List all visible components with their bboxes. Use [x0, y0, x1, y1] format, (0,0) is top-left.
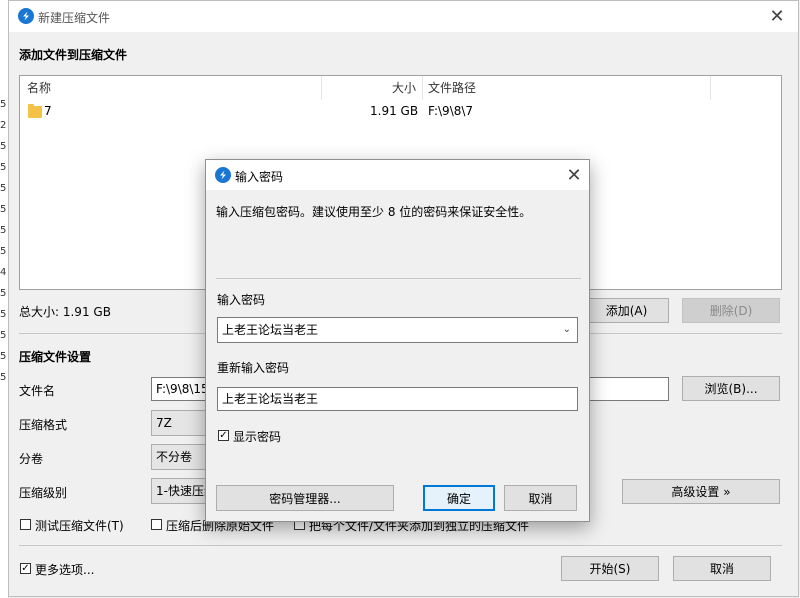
- window-title: 新建压缩文件: [38, 11, 111, 25]
- gutter-digit: 5: [0, 309, 7, 320]
- gutter-digit: 5: [0, 246, 7, 257]
- app-logo-icon: [18, 8, 34, 24]
- total-size-text: 总大小: 1.91 GB: [19, 305, 111, 319]
- browse-button[interactable]: 浏览(B)...: [682, 376, 780, 401]
- gutter-digit: 5: [0, 183, 7, 194]
- test-archive-checkbox[interactable]: [20, 519, 31, 530]
- gutter-digit: 5: [0, 141, 7, 152]
- format-label: 压缩格式: [19, 418, 68, 432]
- gutter-digit: 5: [0, 351, 7, 362]
- folder-icon: [28, 104, 42, 118]
- ok-button[interactable]: 确定: [423, 485, 495, 511]
- settings-section-label: 压缩文件设置: [19, 350, 92, 364]
- gutter-digit: 5: [0, 204, 7, 215]
- window-close-icon[interactable]: ✕: [766, 5, 788, 27]
- gutter-digit: 5: [0, 225, 7, 236]
- cancel-button[interactable]: 取消: [673, 556, 771, 581]
- dialog-close-icon[interactable]: ✕: [563, 164, 585, 186]
- delete-button[interactable]: 删除(D): [682, 298, 780, 323]
- window-titlebar: 新建压缩文件 ✕: [9, 1, 798, 32]
- more-options-checkbox[interactable]: ✓: [20, 563, 31, 574]
- gutter-digit: 5: [0, 162, 7, 173]
- more-options-label[interactable]: 更多选项...: [35, 561, 94, 578]
- gutter-digit: 5: [0, 288, 7, 299]
- dialog-title: 输入密码: [235, 170, 284, 184]
- password-value: 上老王论坛当老王: [222, 323, 319, 337]
- level-label: 压缩级别: [19, 486, 68, 500]
- password-input[interactable]: 上老王论坛当老王 ⌄: [217, 317, 578, 343]
- password-dialog: 输入密码 ✕ 输入压缩包密码。建议使用至少 8 位的密码来保证安全性。 输入密码…: [205, 159, 590, 522]
- column-header-path[interactable]: 文件路径: [428, 76, 476, 100]
- dialog-titlebar: 输入密码 ✕: [206, 160, 589, 190]
- gutter-digit: 4: [0, 267, 7, 278]
- dialog-hint-text: 输入压缩包密码。建议使用至少 8 位的密码来保证安全性。: [216, 205, 532, 219]
- password-label: 输入密码: [217, 293, 266, 307]
- files-section-label: 添加文件到压缩文件: [19, 48, 128, 62]
- table-row[interactable]: 7 1.91 GB F:\9\8\7: [20, 100, 781, 122]
- gutter-digit: 5: [0, 99, 7, 110]
- show-password-label[interactable]: 显示密码: [233, 428, 281, 445]
- app-logo-icon: [215, 167, 231, 183]
- start-button[interactable]: 开始(S): [561, 556, 659, 581]
- gutter-digit: 5: [0, 330, 7, 341]
- chevron-down-icon[interactable]: ⌄: [563, 318, 571, 342]
- delete-after-checkbox[interactable]: [151, 519, 162, 530]
- gutter-digit: 2: [0, 120, 7, 131]
- filename-label: 文件名: [19, 384, 56, 398]
- dialog-cancel-button[interactable]: 取消: [504, 485, 577, 511]
- advanced-settings-button[interactable]: 高级设置 »: [622, 479, 780, 504]
- file-path: F:\9\8\7: [428, 104, 474, 118]
- show-password-checkbox[interactable]: ✓: [218, 430, 229, 441]
- column-header-size[interactable]: 大小: [392, 76, 416, 100]
- column-separator[interactable]: [710, 76, 711, 100]
- divider: [19, 545, 782, 546]
- gutter-digit: 5: [0, 372, 7, 383]
- confirm-password-input[interactable]: 上老王论坛当老王: [217, 387, 578, 411]
- password-manager-button[interactable]: 密码管理器...: [216, 485, 394, 511]
- add-button[interactable]: 添加(A): [584, 298, 669, 323]
- divider: [216, 278, 581, 279]
- file-size: 1.91 GB: [370, 104, 419, 118]
- confirm-password-label: 重新输入密码: [217, 361, 290, 375]
- split-label: 分卷: [19, 452, 44, 466]
- column-separator[interactable]: [422, 76, 423, 100]
- test-archive-label[interactable]: 测试压缩文件(T): [35, 517, 124, 534]
- file-name: 7: [44, 104, 52, 118]
- column-header-name[interactable]: 名称: [27, 76, 51, 100]
- column-separator[interactable]: [321, 76, 322, 100]
